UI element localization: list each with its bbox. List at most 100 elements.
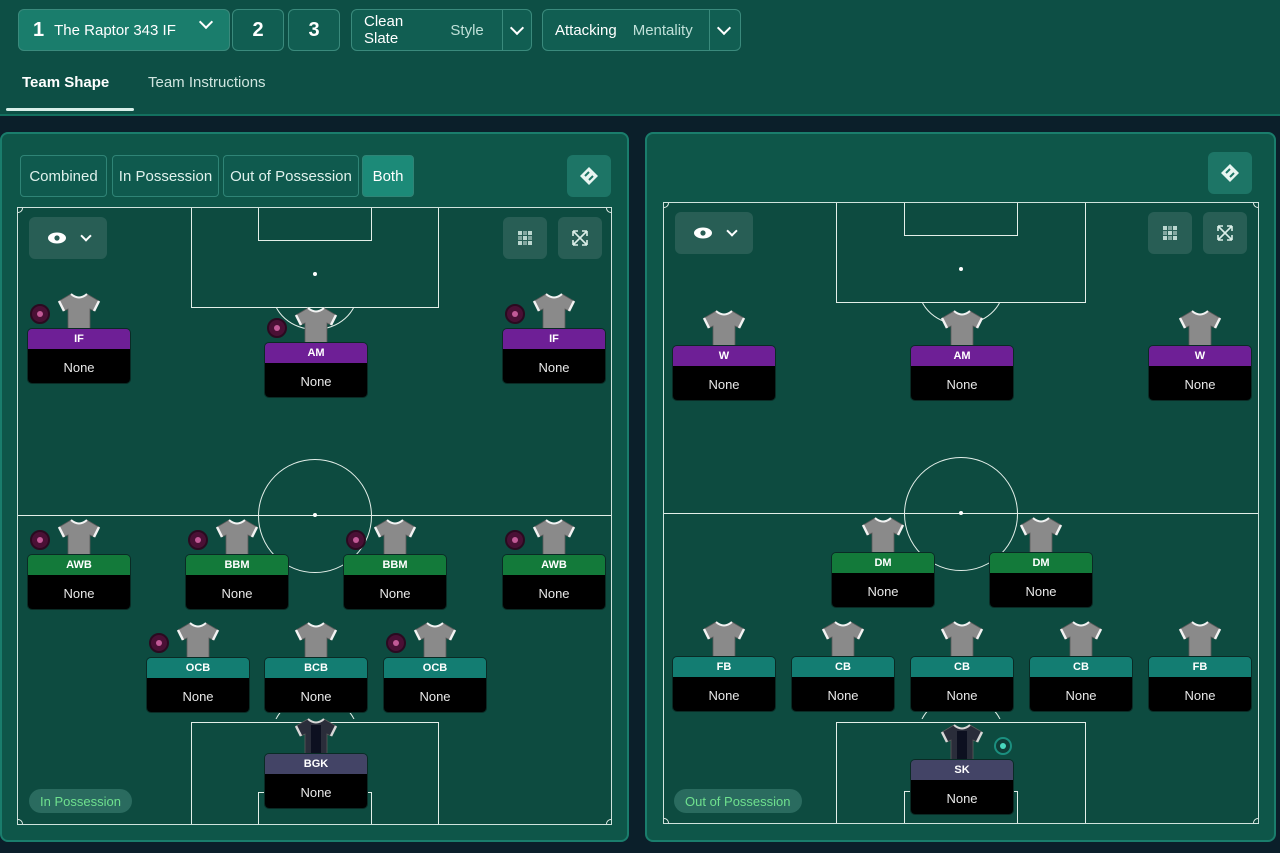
player-role: AWB bbox=[28, 555, 130, 575]
grid-toggle-button[interactable] bbox=[503, 217, 547, 259]
player-duty: None bbox=[28, 575, 130, 609]
player-card[interactable]: FB None bbox=[672, 620, 776, 716]
swap-icon bbox=[1221, 164, 1239, 182]
player-role: CB bbox=[1030, 657, 1132, 677]
trait-icon bbox=[386, 633, 406, 653]
shirt-icon bbox=[57, 518, 101, 556]
player-card[interactable]: DM None bbox=[989, 516, 1093, 612]
corner-arc bbox=[606, 208, 611, 213]
shirt-icon bbox=[294, 621, 338, 659]
player-duty: None bbox=[28, 349, 130, 383]
player-card[interactable]: OCB None bbox=[146, 621, 250, 717]
corner-arc bbox=[18, 819, 23, 824]
expand-icon bbox=[1217, 225, 1233, 241]
role-box: DM None bbox=[989, 552, 1093, 608]
player-card[interactable]: CB None bbox=[910, 620, 1014, 716]
mode-both-button[interactable]: Both bbox=[362, 155, 414, 197]
tab-team-shape[interactable]: Team Shape bbox=[22, 74, 109, 91]
trait-icon bbox=[30, 304, 50, 324]
tactic-name: The Raptor 343 IF bbox=[54, 21, 176, 39]
corner-arc bbox=[18, 208, 23, 213]
role-box: BBM None bbox=[343, 554, 447, 610]
shirt-icon bbox=[821, 620, 865, 658]
mode-in-possession-button[interactable]: In Possession bbox=[112, 155, 219, 197]
player-role: CB bbox=[911, 657, 1013, 677]
player-duty: None bbox=[147, 678, 249, 712]
centre-spot bbox=[313, 513, 317, 517]
role-box: AM None bbox=[910, 345, 1014, 401]
shirt-icon bbox=[1178, 309, 1222, 347]
style-dropdown[interactable]: Clean Slate Style bbox=[351, 9, 532, 51]
player-card[interactable]: BGK None bbox=[264, 717, 368, 813]
player-card[interactable]: W None bbox=[672, 309, 776, 405]
shirt-icon bbox=[940, 620, 984, 658]
shirt-icon bbox=[176, 621, 220, 659]
player-card[interactable]: AWB None bbox=[502, 518, 606, 614]
view-options-dropdown[interactable] bbox=[675, 212, 753, 254]
mentality-label: Mentality bbox=[632, 21, 693, 39]
player-card[interactable]: AM None bbox=[910, 309, 1014, 405]
corner-arc bbox=[664, 203, 669, 208]
player-role: AWB bbox=[503, 555, 605, 575]
tactics-header: 1 The Raptor 343 IF 2 3 Clean Slate Styl… bbox=[0, 0, 1280, 116]
player-card[interactable]: BCB None bbox=[264, 621, 368, 717]
mentality-value: Attacking bbox=[555, 21, 617, 39]
player-duty: None bbox=[832, 573, 934, 607]
grid-toggle-button[interactable] bbox=[1148, 212, 1192, 254]
player-card[interactable]: AWB None bbox=[27, 518, 131, 614]
mode-out-of-possession-button[interactable]: Out of Possession bbox=[223, 155, 359, 197]
role-box: AM None bbox=[264, 342, 368, 398]
tactic-slot-2-button[interactable]: 2 bbox=[232, 9, 284, 51]
eye-icon bbox=[47, 232, 66, 244]
swap-button[interactable] bbox=[1208, 152, 1252, 194]
player-card[interactable]: CB None bbox=[1029, 620, 1133, 716]
role-box: AWB None bbox=[27, 554, 131, 610]
player-card[interactable]: BBM None bbox=[343, 518, 447, 614]
corner-arc bbox=[606, 819, 611, 824]
tactics-pitch: In Possession IF None AM None IF None AW… bbox=[17, 207, 612, 825]
mentality-dropdown[interactable]: Attacking Mentality bbox=[542, 9, 741, 51]
tab-team-instructions[interactable]: Team Instructions bbox=[148, 74, 266, 91]
player-card[interactable]: BBM None bbox=[185, 518, 289, 614]
player-role: BBM bbox=[344, 555, 446, 575]
player-card[interactable]: CB None bbox=[791, 620, 895, 716]
player-duty: None bbox=[673, 366, 775, 400]
shirt-icon bbox=[702, 620, 746, 658]
player-card[interactable]: W None bbox=[1148, 309, 1252, 405]
tactic-slot-3-button[interactable]: 3 bbox=[288, 9, 340, 51]
chevron-down-icon bbox=[198, 14, 214, 30]
role-box: SK None bbox=[910, 759, 1014, 815]
swap-button[interactable] bbox=[567, 155, 611, 197]
six-yard-box-top bbox=[258, 208, 372, 241]
player-card[interactable]: IF None bbox=[27, 292, 131, 388]
corner-arc bbox=[1253, 203, 1258, 208]
out-of-possession-badge: Out of Possession bbox=[674, 789, 802, 813]
player-card[interactable]: SK None bbox=[910, 723, 1014, 819]
player-role: CB bbox=[792, 657, 894, 677]
trait-icon bbox=[30, 530, 50, 550]
shirt-icon bbox=[1019, 516, 1063, 554]
expand-button[interactable] bbox=[1203, 212, 1247, 254]
player-role: BCB bbox=[265, 658, 367, 678]
player-duty: None bbox=[911, 366, 1013, 400]
mode-combined-button[interactable]: Combined bbox=[20, 155, 107, 197]
trait-icon bbox=[149, 633, 169, 653]
role-box: BCB None bbox=[264, 657, 368, 713]
expand-button[interactable] bbox=[558, 217, 602, 259]
player-card[interactable]: OCB None bbox=[383, 621, 487, 717]
role-box: CB None bbox=[910, 656, 1014, 712]
player-card[interactable]: IF None bbox=[502, 292, 606, 388]
player-card[interactable]: DM None bbox=[831, 516, 935, 612]
chevron-down-icon bbox=[79, 229, 92, 242]
player-card[interactable]: AM None bbox=[264, 306, 368, 402]
tactic-slot-1-dropdown[interactable]: 1 The Raptor 343 IF bbox=[18, 9, 230, 51]
player-card[interactable]: FB None bbox=[1148, 620, 1252, 716]
role-box: OCB None bbox=[146, 657, 250, 713]
trait-icon bbox=[994, 737, 1012, 755]
view-options-dropdown[interactable] bbox=[29, 217, 107, 259]
trait-icon bbox=[346, 530, 366, 550]
style-value: Clean Slate bbox=[364, 13, 404, 47]
role-box: W None bbox=[1148, 345, 1252, 401]
role-box: FB None bbox=[1148, 656, 1252, 712]
grid-icon bbox=[518, 231, 532, 245]
